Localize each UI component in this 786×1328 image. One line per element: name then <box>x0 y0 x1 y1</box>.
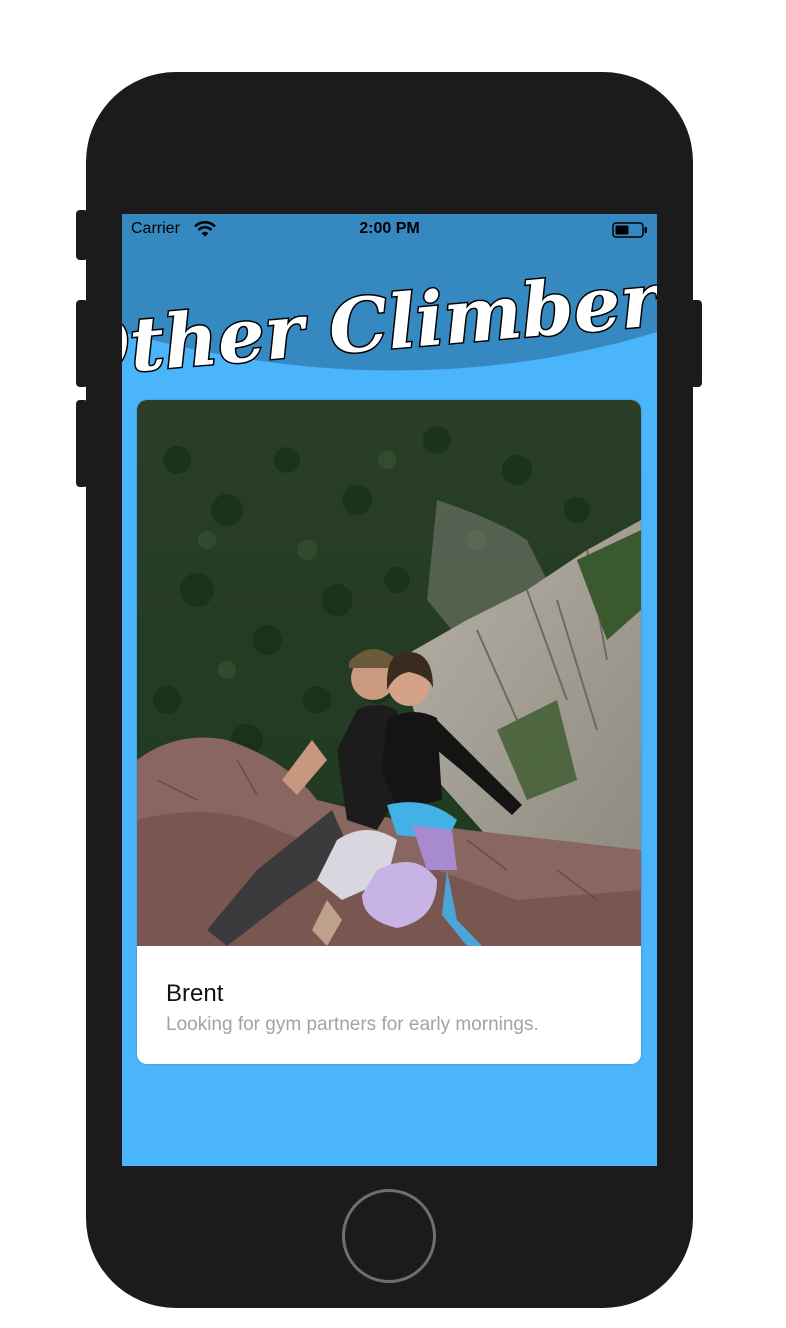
app-screen: Other Climbers Carrier 2:00 PM Brent Loo… <box>122 214 657 1166</box>
battery-icon <box>612 222 647 238</box>
profile-card[interactable]: Brent Looking for gym partners for early… <box>137 400 641 1064</box>
profile-name: Brent <box>166 980 224 1007</box>
home-button[interactable] <box>342 1189 436 1283</box>
climbers-photo <box>137 400 641 946</box>
header-banner: Other Climbers <box>122 214 657 396</box>
status-time: 2:00 PM <box>359 220 420 237</box>
profile-bio: Looking for gym partners for early morni… <box>166 1014 539 1035</box>
status-bar: Carrier 2:00 PM <box>122 214 657 244</box>
